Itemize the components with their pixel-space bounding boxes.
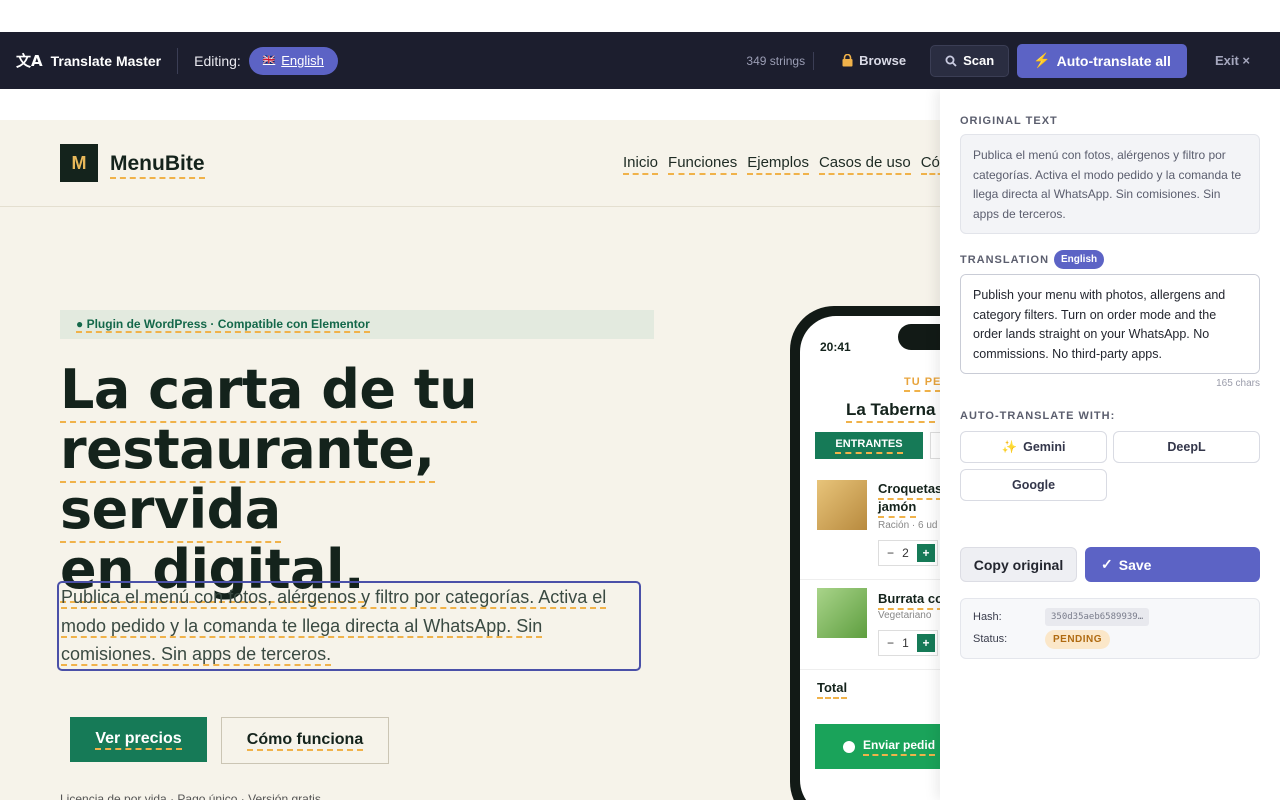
char-count: 165 chars (1216, 378, 1260, 389)
phone-mockup: 20:41 TU PE La Taberna ENTRANTES Croquet… (790, 306, 940, 800)
quantity-value: 2 (902, 546, 909, 560)
quantity-stepper[interactable]: − 2 + (878, 540, 938, 566)
croquetas-image (817, 480, 867, 530)
hash-label: Hash: (973, 611, 1002, 623)
deepl-button[interactable]: DeepL (1113, 431, 1260, 463)
site-footnote: Licencia de por vida · Pago único · Vers… (60, 792, 321, 800)
hash-value: 350d35aeb6589939… (1045, 608, 1150, 626)
uk-flag-icon: 🇬🇧 (262, 55, 276, 66)
auto-translate-label: Auto-translate all (1056, 52, 1171, 69)
ver-precios-button[interactable]: Ver precios (70, 717, 207, 762)
nav-item-ejemplos[interactable]: Ejemplos (747, 154, 809, 175)
phone-notch (898, 324, 940, 350)
site-preview: M MenuBite Inicio Funciones Ejemplos Cas… (0, 120, 940, 800)
order-total[interactable]: Total (817, 680, 848, 699)
language-selector[interactable]: 🇬🇧 English (248, 46, 338, 75)
restaurant-name[interactable]: La Taberna (846, 400, 936, 423)
check-icon: ✓ (1101, 556, 1113, 572)
original-text-box: Publica el menú con fotos, alérgenos y f… (960, 134, 1260, 234)
google-button[interactable]: Google (960, 469, 1107, 501)
translation-label: TRANSLATION (960, 254, 1050, 266)
lock-icon (842, 54, 853, 67)
site-nav: Inicio Funciones Ejemplos Casos de uso C… (623, 154, 940, 175)
site-logo-text[interactable]: MenuBite (110, 152, 205, 179)
gemini-label: Gemini (1023, 440, 1066, 454)
deepl-label: DeepL (1167, 440, 1206, 454)
tab-entrantes[interactable]: ENTRANTES (815, 432, 923, 459)
menu-item: Croquetas jamón Ración · 6 ud − 2 + (800, 472, 940, 580)
phone-time: 20:41 (820, 340, 851, 354)
como-funciona-button[interactable]: Cómo funciona (221, 717, 389, 764)
status-badge: PENDING (1045, 630, 1111, 649)
scan-label: Scan (963, 53, 995, 68)
nav-item-inicio[interactable]: Inicio (623, 154, 659, 175)
send-order-button[interactable]: Enviar pedid (815, 724, 940, 769)
translation-textarea[interactable]: Publish your menu with photos, allergens… (960, 274, 1260, 374)
quantity-value: 1 (902, 636, 909, 650)
copy-original-button[interactable]: Copy original (960, 547, 1077, 582)
status-label: Status: (973, 633, 1008, 645)
hero-heading[interactable]: La carta de tu restaurante, servida en d… (60, 358, 660, 603)
site-header: M MenuBite Inicio Funciones Ejemplos Cas… (0, 120, 940, 207)
translate-icon: 文A (16, 52, 43, 70)
item-desc: Vegetariano (878, 610, 932, 621)
site-logo-mark[interactable]: M (60, 144, 98, 182)
item-name[interactable]: Croquetas jamón (878, 480, 940, 518)
quantity-stepper[interactable]: − 1 + (878, 630, 938, 656)
lead-line: comisiones. Sin apps de terceros. (61, 644, 332, 666)
exit-label: Exit × (1214, 53, 1250, 68)
hero-line: restaurante, servida (60, 418, 435, 543)
sparkle-icon: ✨ (1001, 439, 1018, 454)
item-desc: Ración · 6 ud (878, 520, 938, 531)
plus-icon[interactable]: + (916, 634, 935, 652)
hero-line: La carta de tu (60, 358, 478, 423)
nav-item-como[interactable]: Cóm (920, 154, 940, 175)
minus-icon[interactable]: − (887, 546, 894, 560)
google-label: Google (1011, 478, 1056, 492)
language-name: English (281, 53, 324, 68)
string-count: 349 strings (746, 53, 806, 68)
scan-button[interactable]: Scan (930, 44, 1010, 77)
order-eyebrow[interactable]: TU PE (904, 376, 940, 392)
nav-item-funciones[interactable]: Funciones (668, 154, 738, 175)
burrata-image (817, 588, 867, 638)
browse-label: Browse (859, 53, 907, 68)
tab-next[interactable] (930, 432, 940, 459)
whatsapp-icon (843, 740, 855, 753)
brand-name: Translate Master (50, 52, 162, 69)
auto-translate-with-label: AUTO-TRANSLATE WITH: (960, 410, 1116, 422)
lead-line: modo pedido y la comanda te llega direct… (61, 615, 543, 638)
translation-language-badge: English (1054, 250, 1105, 269)
auto-translate-all-button[interactable]: ⚡ Auto-translate all (1017, 43, 1187, 78)
nav-item-casos-de-uso[interactable]: Casos de uso (818, 154, 911, 175)
brand: 文A Translate Master (16, 50, 161, 71)
translation-panel: ORIGINAL TEXT Publica el menú con fotos,… (940, 89, 1280, 800)
editing-label: Editing: (194, 52, 241, 69)
selected-lead-paragraph[interactable]: Publica el menú con fotos, alérgenos y f… (57, 581, 641, 671)
gemini-button[interactable]: ✨ Gemini (960, 431, 1107, 463)
plus-icon[interactable]: + (916, 544, 935, 562)
toolbar-divider (177, 47, 179, 74)
browse-button[interactable]: Browse (828, 45, 920, 77)
exit-button[interactable]: Exit × (1201, 45, 1264, 77)
original-text-label: ORIGINAL TEXT (960, 115, 1058, 127)
string-meta: Hash: 350d35aeb6589939… Status: PENDING (960, 598, 1260, 659)
toolbar-separator (813, 51, 815, 70)
lightning-icon: ⚡ (1033, 52, 1051, 68)
item-name[interactable]: Burrata co (878, 590, 940, 610)
save-label: Save (1118, 556, 1152, 573)
phone-screen: 20:41 TU PE La Taberna ENTRANTES Croquet… (800, 316, 940, 800)
minus-icon[interactable]: − (887, 636, 894, 650)
search-icon (945, 55, 957, 67)
translate-toolbar: 文A Translate Master Editing: 🇬🇧 English … (0, 32, 1280, 89)
menu-item: Burrata co Vegetariano − 1 + (800, 580, 940, 670)
save-button[interactable]: ✓ Save (1085, 547, 1260, 582)
lead-line: Publica el menú con fotos, alérgenos y f… (61, 587, 607, 609)
plugin-badge[interactable]: ● Plugin de WordPress · Compatible con E… (60, 310, 654, 339)
